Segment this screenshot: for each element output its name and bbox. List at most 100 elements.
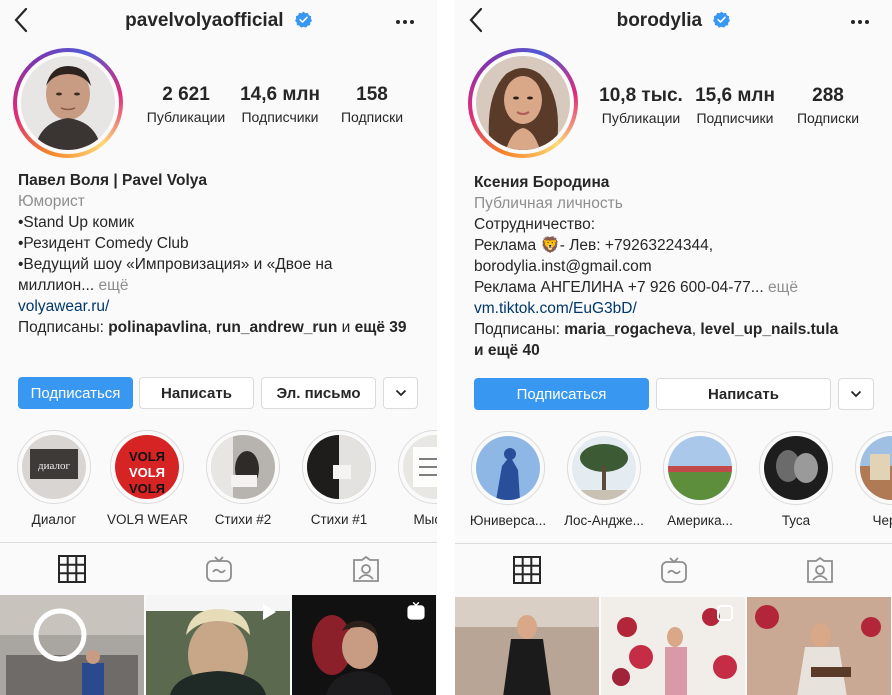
stat-value: 10,8 тыс. bbox=[599, 85, 683, 106]
bio-line: Сотрудничество: bbox=[474, 216, 596, 233]
bio-line: borodylia.inst@gmail.com bbox=[474, 258, 652, 275]
profile-tabs bbox=[0, 542, 437, 595]
highlight-item[interactable]: диалог Диалог bbox=[14, 430, 94, 527]
stat-value: 14,6 млн bbox=[240, 84, 320, 105]
video-icon bbox=[260, 603, 278, 626]
highlight-item[interactable]: Юниверса... bbox=[468, 431, 548, 528]
bio-line-truncated: Реклама АНГЕЛИНА +7 926 600-04-77... ещё bbox=[474, 277, 886, 298]
profile-photo bbox=[476, 56, 570, 150]
stat-value: 2 621 bbox=[162, 84, 210, 105]
highlight-cover bbox=[302, 430, 376, 504]
followed-by: Подписаны: maria_rogacheva, level_up_nai… bbox=[474, 319, 886, 340]
posts-grid bbox=[0, 595, 437, 695]
stat-label: Подписчики bbox=[696, 110, 774, 126]
profile-tabs bbox=[455, 543, 892, 596]
post-thumbnail[interactable] bbox=[0, 595, 144, 695]
highlight-label: Юниверса... bbox=[469, 513, 547, 528]
highlight-label: Туса bbox=[781, 513, 811, 528]
verified-badge-icon bbox=[294, 11, 312, 34]
igtv-icon[interactable] bbox=[660, 556, 688, 584]
stat-followers[interactable]: 14,6 млн Подписчики bbox=[234, 84, 326, 125]
username: borodylia bbox=[616, 10, 703, 31]
message-button[interactable]: Написать bbox=[656, 378, 831, 410]
highlight-item[interactable]: Америка... bbox=[660, 431, 740, 528]
stat-label: Подписки bbox=[796, 110, 860, 126]
bio-line-truncated: миллион... ещё bbox=[18, 275, 423, 296]
post-thumbnail[interactable] bbox=[601, 597, 745, 695]
category-label: Публичная личность bbox=[474, 195, 623, 212]
svg-text:VOLЯ: VOLЯ bbox=[129, 481, 165, 496]
post-thumbnail[interactable] bbox=[455, 597, 599, 695]
post-thumbnail[interactable] bbox=[146, 595, 290, 695]
profile-username-header: pavelvolyaofficial bbox=[0, 10, 437, 34]
tagged-icon[interactable] bbox=[352, 555, 380, 583]
highlight-item[interactable]: Туса bbox=[756, 431, 836, 528]
more-options-icon[interactable] bbox=[848, 12, 872, 32]
stat-posts[interactable]: 2 621 Публикации bbox=[140, 84, 232, 125]
highlight-cover bbox=[759, 431, 833, 505]
post-thumbnail[interactable] bbox=[292, 595, 436, 695]
bio-line: •Ведущий шоу «Импровизация» и «Двое на bbox=[18, 256, 333, 273]
highlight-label: Америка... bbox=[667, 513, 733, 528]
stat-following[interactable]: 158 Подписки bbox=[328, 84, 416, 125]
bio-text: Реклама АНГЕЛИНА +7 926 600-04-77... bbox=[474, 279, 764, 296]
followed-user-link[interactable]: maria_rogacheva bbox=[564, 321, 692, 338]
follow-button[interactable]: Подписаться bbox=[18, 377, 133, 409]
stat-value: 288 bbox=[812, 85, 844, 106]
website-link[interactable]: vm.tiktok.com/EuG3bD/ bbox=[474, 298, 886, 319]
tagged-icon[interactable] bbox=[806, 556, 834, 584]
igtv-icon[interactable] bbox=[205, 555, 233, 583]
highlight-item[interactable]: VOLЯ VOLЯ VOLЯ VOLЯ WEAR bbox=[107, 430, 189, 527]
top-bar: pavelvolyaofficial bbox=[0, 0, 437, 44]
highlight-item[interactable]: Лос-Андже... bbox=[564, 431, 644, 528]
highlight-label: Мысли bbox=[413, 512, 437, 527]
igtv-badge-icon bbox=[406, 601, 426, 626]
email-button[interactable]: Эл. письмо bbox=[261, 377, 376, 409]
more-link[interactable]: ещё bbox=[764, 279, 798, 296]
panel-divider bbox=[437, 0, 455, 695]
highlight-cover bbox=[663, 431, 737, 505]
followed-more-link[interactable]: ещё 39 bbox=[355, 319, 407, 336]
highlight-item[interactable]: Мысли bbox=[395, 430, 437, 527]
highlight-item[interactable]: Стихи #2 bbox=[203, 430, 283, 527]
stat-followers[interactable]: 15,6 млн Подписчики bbox=[689, 85, 781, 126]
suggested-dropdown-button[interactable] bbox=[838, 378, 874, 410]
display-name: Павел Воля | Pavel Volya bbox=[18, 172, 207, 189]
highlight-label: VOLЯ WEAR bbox=[107, 512, 189, 527]
post-thumbnail[interactable] bbox=[747, 597, 891, 695]
highlight-label: Лос-Андже... bbox=[564, 513, 644, 528]
stat-label: Подписчики bbox=[241, 109, 319, 125]
svg-text:VOLЯ: VOLЯ bbox=[129, 465, 165, 480]
svg-text:диалог: диалог bbox=[38, 460, 70, 472]
more-link[interactable]: ещё bbox=[94, 277, 128, 294]
message-button[interactable]: Написать bbox=[139, 377, 254, 409]
avatar[interactable] bbox=[13, 48, 123, 158]
grid-icon[interactable] bbox=[513, 556, 541, 584]
bio-text: миллион... bbox=[18, 277, 95, 294]
stat-following[interactable]: 288 Подписки bbox=[783, 85, 873, 126]
bio: Ксения Бородина Публичная личность Сотру… bbox=[474, 172, 886, 361]
top-bar: borodylia bbox=[455, 0, 892, 44]
more-options-icon[interactable] bbox=[393, 12, 417, 32]
display-name: Ксения Бородина bbox=[474, 174, 610, 191]
highlight-item[interactable]: Черна bbox=[852, 431, 892, 528]
bio-line: •Резидент Comedy Club bbox=[18, 235, 189, 252]
verified-badge-icon bbox=[713, 11, 731, 34]
stat-posts[interactable]: 10,8 тыс. Публикации bbox=[595, 85, 687, 126]
highlight-item[interactable]: Стихи #1 bbox=[299, 430, 379, 527]
followed-user-link[interactable]: level_up_nails.tula bbox=[700, 321, 838, 338]
profile-panel-left: pavelvolyaofficial 2 621 Публикации 14,6… bbox=[0, 0, 437, 695]
grid-icon[interactable] bbox=[58, 555, 86, 583]
suggested-dropdown-button[interactable] bbox=[383, 377, 418, 409]
highlight-cover bbox=[471, 431, 545, 505]
followed-user-link[interactable]: run_andrew_run bbox=[216, 319, 337, 336]
followed-more-link[interactable]: и ещё 40 bbox=[474, 342, 540, 359]
highlight-label: Черна bbox=[872, 513, 892, 528]
highlight-cover bbox=[206, 430, 280, 504]
highlight-cover bbox=[398, 430, 437, 504]
followed-prefix: Подписаны: bbox=[18, 319, 109, 336]
avatar[interactable] bbox=[468, 48, 578, 158]
follow-button[interactable]: Подписаться bbox=[474, 378, 649, 410]
followed-user-link[interactable]: polinapavlina bbox=[108, 319, 207, 336]
website-link[interactable]: volyawear.ru/ bbox=[18, 296, 423, 317]
